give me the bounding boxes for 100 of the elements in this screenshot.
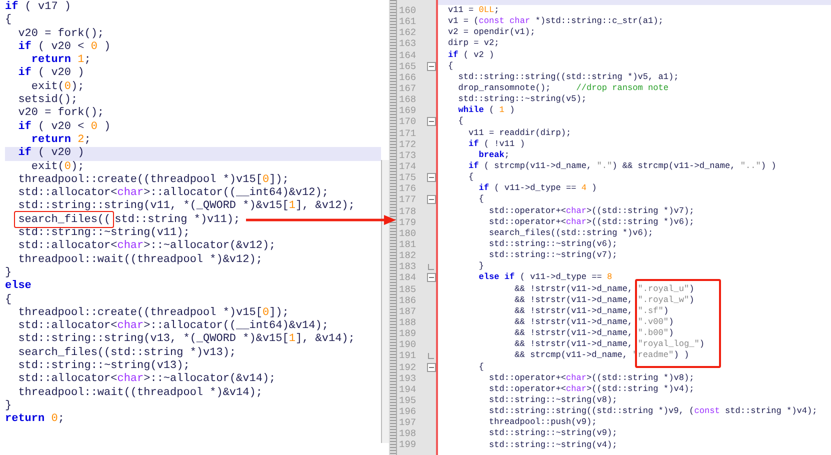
code-line: if ( v17 ) [5, 1, 72, 14]
code-line: std::string::~string(v4); [488, 440, 618, 451]
line-number: 199 [398, 439, 418, 451]
code-line: std::allocator<char>::~allocator(&v12); [17, 240, 276, 254]
code-line: exit(0); [30, 80, 84, 94]
code-line: std::operator+<char>((std::string *)v4); [488, 384, 694, 395]
line-number: 166 [398, 72, 418, 83]
collapse-icon[interactable] [426, 195, 436, 204]
line-number: 175 [398, 172, 418, 184]
code-line: { [478, 362, 484, 373]
code-line: } [5, 400, 12, 414]
collapse-icon[interactable] [426, 62, 436, 71]
line-number: 188 [398, 316, 418, 328]
collapse-icon[interactable] [426, 362, 436, 372]
line-number: 185 [398, 284, 418, 295]
code-line: if ( strcmp(v11->d_name, ".") && strcmp(v11->d_name, "..") ) [468, 161, 776, 172]
code-line: && !strstr(v11->d_name, ".b00") [514, 328, 674, 340]
code-line: threadpool::push(v9); [488, 417, 597, 428]
code-line: if ( v20 ) [17, 147, 84, 161]
line-number: 194 [398, 384, 418, 395]
code-line: if ( v11->d_type == 4 ) [478, 183, 597, 194]
code-line: } [478, 261, 484, 272]
scrollbar[interactable] [381, 160, 389, 443]
code-line: { [5, 14, 12, 28]
code-line: v11 = readdir(dirp); [468, 128, 572, 139]
code-line: std::allocator<char>::allocator((__int64)&v14); [17, 320, 328, 333]
code-line: return 2; [31, 134, 91, 147]
line-number: 168 [398, 94, 418, 106]
collapse-icon[interactable] [426, 273, 436, 282]
code-line: std::allocator<char>::allocator((__int64)&v12); [17, 187, 328, 200]
code-line: && !strstr(v11->d_name, "royal_log_") [514, 339, 704, 350]
line-number: 195 [398, 394, 418, 406]
code-line: search_files((std::string *)v6); [488, 228, 654, 239]
line-number: 177 [398, 194, 418, 206]
code-line: && !strstr(v11->d_name, ".v00") [514, 317, 674, 328]
line-number: 196 [398, 406, 418, 418]
line-number: 193 [398, 372, 418, 384]
line-number: 192 [398, 362, 418, 373]
collapse-icon[interactable] [426, 117, 436, 126]
code-line: std::string::string(v13, *(_QWORD *)&v15[1], &v14); [17, 333, 355, 347]
code-line: std::string::~string(v5); [457, 94, 586, 106]
code-line: while ( 1 ) [457, 105, 515, 116]
code-line: std::string::~string(v8); [488, 394, 618, 406]
code-line: std::string::~string(v11); [17, 227, 190, 240]
code-line: break; [478, 150, 510, 161]
code-line: { [457, 116, 464, 128]
line-number: 181 [398, 238, 418, 250]
line-number: 178 [398, 206, 418, 217]
line-number: 182 [398, 250, 418, 262]
code-line: drop_ransomnote(); //drop ransom note [457, 83, 669, 94]
code-line: && !strstr(v11->d_name, ".royal_u") [514, 284, 694, 295]
code-line: if ( v20 ) [17, 67, 84, 81]
code-line: std::string::~string(v6); [488, 239, 618, 250]
line-number: 164 [398, 50, 418, 61]
code-line: if ( !v11 ) [468, 138, 525, 150]
code-line: } [5, 266, 12, 280]
code-line: return 0; [5, 413, 64, 426]
code-line: v1 = (const char *)std::string::c_str(a1); [448, 16, 664, 28]
line-number: 171 [398, 128, 418, 139]
code-line: search_files((std::string *)v13); [17, 346, 236, 360]
code-line: v2 = opendir(v1); [448, 27, 536, 38]
line-number: 183 [398, 261, 418, 272]
code-line: std::operator+<char>((std::string *)v7); [488, 206, 694, 217]
code-line: threadpool::create((threadpool *)v15[0]); [17, 306, 289, 320]
line-number: 191 [398, 350, 418, 362]
line-number: 160 [398, 5, 418, 16]
line-number: 174 [398, 160, 418, 172]
code-line: std::string::~string(v9); [488, 428, 618, 440]
code-line: { [478, 194, 484, 206]
code-line: std::string::~string(v13); [17, 360, 190, 373]
line-number: 167 [398, 82, 418, 94]
code-line: std::string::string(v11, *(_QWORD *)&v15[1], &v12); [17, 200, 355, 214]
code-line: else [5, 280, 32, 294]
line-number: 187 [398, 306, 418, 317]
code-line: std::string::string((std::string *)v5, a1); [457, 72, 679, 83]
line-number: 190 [398, 339, 418, 350]
line-number: 163 [398, 38, 418, 50]
code-line: threadpool::create((threadpool *)v15[0]); [17, 174, 289, 187]
line-number: 176 [398, 183, 418, 194]
collapse-icon[interactable] [426, 173, 436, 182]
line-number: 169 [398, 105, 418, 116]
code-line: std::string::string((std::string *)v9, (const std::string *)v4); [488, 406, 818, 418]
line-number: 180 [398, 228, 418, 239]
line-number: 197 [398, 417, 418, 428]
code-line: std::allocator<char>::~allocator(&v14); [17, 373, 276, 387]
code-line: { [468, 172, 474, 184]
line-number: 172 [398, 138, 418, 150]
line-number: 170 [398, 116, 418, 128]
code-line: v20 = fork(); [17, 28, 104, 40]
code-line: threadpool::wait((threadpool *)&v14); [17, 386, 262, 400]
line-number: 189 [398, 328, 418, 340]
line-number: 161 [398, 16, 418, 28]
code-line: std::string::~string(v7); [488, 250, 618, 262]
code-line: setsid(); [17, 94, 78, 107]
code-line: dirp = v2; [448, 38, 500, 50]
code-line: std::operator+<char>((std::string *)v6); [488, 216, 694, 228]
line-number: 173 [398, 150, 418, 161]
code-line: threadpool::wait((threadpool *)&v12); [17, 254, 262, 267]
line-number: 165 [398, 60, 418, 72]
code-line: if ( v20 < 0 ) [17, 120, 111, 134]
